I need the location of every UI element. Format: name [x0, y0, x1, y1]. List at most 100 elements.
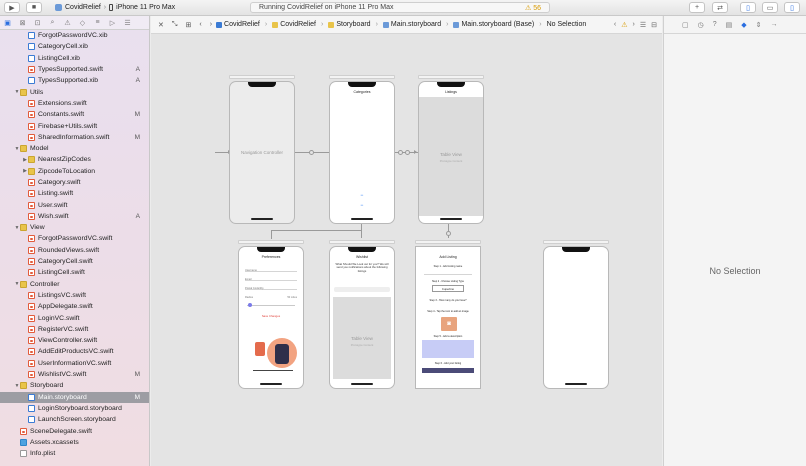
file-row[interactable]: Category.swift [0, 177, 149, 188]
size-icon[interactable]: ⇕ [756, 21, 762, 29]
file-row[interactable]: CategoryCell.xib [0, 41, 149, 52]
related-items-icon[interactable]: ⊞ [185, 21, 191, 29]
help-icon[interactable]: ? [713, 21, 717, 28]
file-row[interactable]: Constants.swift M [0, 109, 149, 120]
file-row[interactable]: AppDelegate.swift [0, 301, 149, 312]
file-row[interactable]: LoginStoryboard.storyboard [0, 403, 149, 414]
toggle-navigator-button[interactable]: ▯ [740, 2, 756, 13]
scene-title-add-listing[interactable] [415, 240, 481, 244]
breadcrumb-item[interactable]: CovidRelief [224, 21, 260, 28]
scene-title-listings[interactable] [418, 75, 484, 79]
identity-icon[interactable]: ▤ [726, 21, 733, 29]
breadcrumb-item[interactable]: CovidRelief [280, 21, 316, 28]
chevron-right-icon[interactable]: › [633, 21, 635, 29]
file-row[interactable]: Assets.xcassets [0, 437, 149, 448]
storyboard-canvas[interactable]: Navigation Controller Categories ••• •••… [151, 34, 662, 466]
file-row[interactable]: LoginVC.swift [0, 312, 149, 323]
report-icon[interactable]: ☰ [123, 18, 132, 27]
navigation-controller-scene[interactable]: Navigation Controller [229, 81, 295, 224]
test-icon[interactable]: ◇ [78, 18, 87, 27]
file-row[interactable]: TypesSupported.xib A [0, 75, 149, 86]
categories-scene[interactable]: Categories ••• ••• [329, 81, 395, 224]
file-row[interactable]: ListingsVC.swift [0, 290, 149, 301]
folder-row[interactable]: ▼ Utils [0, 86, 149, 97]
folder-row[interactable]: ▼ Storyboard [0, 380, 149, 391]
close-icon[interactable]: ✕ [158, 21, 164, 29]
listings-scene[interactable]: Listings Table View Prototype Content [418, 81, 484, 224]
scene-title-navigation[interactable] [229, 75, 295, 79]
back-icon[interactable]: ‹ [199, 21, 201, 28]
scene-title-preferences[interactable] [238, 240, 304, 244]
file-row[interactable]: CategoryCell.swift [0, 256, 149, 267]
stop-button[interactable]: ■ [26, 2, 42, 13]
add-listing-scene[interactable]: Add Listing Step 1 - Add Listing name St… [415, 246, 481, 389]
file-row[interactable]: WishlistVC.swift M [0, 369, 149, 380]
code-review-button[interactable]: ⇄ [712, 2, 728, 13]
file-row[interactable]: SceneDelegate.swift [0, 425, 149, 436]
scene-title-wishlist[interactable] [329, 240, 395, 244]
wishlist-scene[interactable]: Wishlist What Should We Look out for you… [329, 246, 395, 389]
expand-icon[interactable]: ⤡ [172, 21, 178, 29]
warning-badge[interactable]: ⚠ 56 [525, 4, 541, 12]
file-row[interactable]: RoundedViews.swift [0, 245, 149, 256]
attributes-icon[interactable]: ◆ [741, 21, 746, 29]
breadcrumb-item[interactable]: No Selection [547, 21, 587, 28]
issue-icon[interactable]: ⚠ [63, 18, 72, 27]
file-row[interactable]: ForgotPasswordVC.xib [0, 30, 149, 41]
scheme-selector[interactable]: CovidRelief › iPhone 11 Pro Max [55, 2, 175, 13]
file-row[interactable]: RegisterVC.swift [0, 324, 149, 335]
file-row[interactable]: ListingCell.swift [0, 267, 149, 278]
preferences-scene[interactable]: Preferences Username Email Postal Code/Z… [238, 246, 304, 389]
step-4: Step 4 - Tap the icon to add an image [427, 310, 469, 313]
folder-row[interactable]: ▼ View [0, 222, 149, 233]
breadcrumb-item[interactable]: Main.storyboard [391, 21, 441, 28]
toggle-inspector-button[interactable]: ▯ [784, 2, 800, 13]
empty-scene[interactable] [543, 246, 609, 389]
segue-icon[interactable] [398, 150, 403, 155]
segue-icon[interactable] [309, 150, 314, 155]
search-icon[interactable]: ⌕ [48, 18, 57, 27]
split-editor-icon[interactable]: ⊟ [651, 21, 657, 29]
scene-title-categories[interactable] [329, 75, 395, 79]
file-row[interactable]: Firebase+Utils.swift [0, 120, 149, 131]
warning-icon[interactable]: ⚠ [621, 21, 627, 29]
breadcrumb-item[interactable]: Main.storyboard (Base) [461, 21, 534, 28]
forward-icon[interactable]: › [210, 21, 212, 28]
symbol-icon[interactable]: ⊡ [33, 18, 42, 27]
folder-row[interactable]: ▶ ZipcodeToLocation [0, 166, 149, 177]
folder-row[interactable]: ▼ Model [0, 143, 149, 154]
file-row[interactable]: User.swift [0, 199, 149, 210]
file-row[interactable]: Extensions.swift [0, 98, 149, 109]
run-button[interactable]: ▶ [4, 2, 20, 13]
file-row[interactable]: Info.plist [0, 448, 149, 459]
step-5: Step 5 - Add a description [433, 335, 463, 338]
library-button[interactable]: + [689, 2, 705, 13]
folder-row[interactable]: ▶ NearestZipCodes [0, 154, 149, 165]
toggle-debug-button[interactable]: ▭ [762, 2, 778, 13]
file-row[interactable]: TypesSupported.swift A [0, 64, 149, 75]
file-row[interactable]: Main.storyboard M [0, 391, 149, 403]
file-row[interactable]: ListingCell.xib [0, 53, 149, 64]
file-row[interactable]: LaunchScreen.storyboard [0, 414, 149, 425]
file-row[interactable]: SharedInformation.swift M [0, 132, 149, 143]
file-row[interactable]: ForgotPasswordVC.swift [0, 233, 149, 244]
breakpoint-icon[interactable]: ▷ [108, 18, 117, 27]
file-inspector-icon[interactable]: ▢ [682, 21, 689, 29]
connections-icon[interactable]: → [771, 21, 778, 28]
folder-icon[interactable]: ▣ [3, 18, 12, 27]
file-row[interactable]: ViewController.swift [0, 335, 149, 346]
segue-icon[interactable] [405, 150, 410, 155]
source-control-icon[interactable]: ⊠ [18, 18, 27, 27]
chevron-left-icon[interactable]: ‹ [614, 21, 616, 29]
minimap-icon[interactable]: ☰ [640, 21, 646, 29]
file-row[interactable]: Listing.swift [0, 188, 149, 199]
folder-row[interactable]: ▼ Controller [0, 279, 149, 290]
breadcrumb-item[interactable]: Storyboard [336, 21, 370, 28]
scene-title-empty[interactable] [543, 240, 609, 244]
debug-icon[interactable]: ≡ [93, 18, 102, 27]
file-row[interactable]: AddEditProductsVC.swift [0, 346, 149, 357]
file-row[interactable]: UserInformationVC.swift [0, 358, 149, 369]
file-row[interactable]: Wish.swift A [0, 211, 149, 222]
segue-icon[interactable] [446, 231, 451, 236]
history-icon[interactable]: ◷ [698, 21, 704, 29]
